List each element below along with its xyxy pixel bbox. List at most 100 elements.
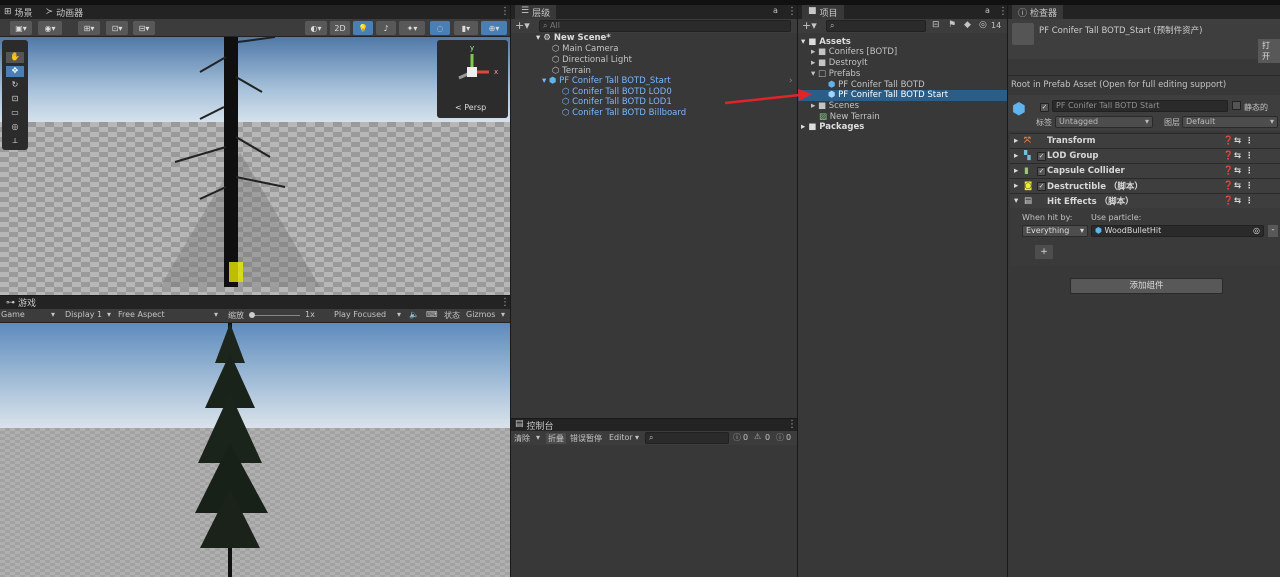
help-icon[interactable]: ❓ xyxy=(1223,166,1234,176)
component-capsule-collider[interactable]: ▸ ▮ ✓ Capsule Collider ❓ ⇆ ⋮ xyxy=(1010,163,1280,178)
game-mode-dropdown[interactable]: Game xyxy=(1,310,25,319)
preset-icon[interactable]: ⇆ xyxy=(1234,136,1245,146)
active-checkbox[interactable]: ✓ xyxy=(1040,102,1049,112)
hierarchy-menu-icon[interactable]: ⋮ xyxy=(787,6,797,17)
hierarchy-add-icon[interactable]: +▾ xyxy=(515,19,530,32)
game-viewport[interactable] xyxy=(0,323,510,577)
component-expand-icon[interactable]: ▸ xyxy=(1014,166,1024,176)
add-entry-button[interactable]: + xyxy=(1035,245,1053,259)
particle-object-field[interactable]: ⬢ WoodBulletHit ◎ xyxy=(1091,225,1264,237)
prefab-open-chevron-icon[interactable]: › xyxy=(789,76,793,86)
help-icon[interactable]: ❓ xyxy=(1223,181,1234,191)
shading-icon[interactable]: ▣▾ xyxy=(10,21,32,35)
hand-tool-icon[interactable]: ✋ xyxy=(6,52,24,63)
help-icon[interactable]: ❓ xyxy=(1223,136,1234,146)
search-by-label-icon[interactable]: ⚑ xyxy=(948,20,956,30)
component-lod-group[interactable]: ▸ ▚ ✓ LOD Group ❓ ⇆ ⋮ xyxy=(1010,148,1280,163)
component-menu-icon[interactable]: ⋮ xyxy=(1245,196,1254,206)
play-mode-dropdown[interactable]: Play Focused xyxy=(334,310,386,319)
console-collapse-button[interactable]: 折叠 xyxy=(546,433,566,444)
rotate-tool-icon[interactable]: ↻ xyxy=(6,80,24,91)
prefab-expand-icon[interactable]: ▾ xyxy=(542,76,546,86)
component-destructible[interactable]: ▸ ◙ ✓ Destructible （脚本） ❓ ⇆ ⋮ xyxy=(1010,178,1280,193)
project-folder-destroyit[interactable]: ▸ ■ DestroyIt xyxy=(811,58,868,69)
help-icon[interactable]: ❓ xyxy=(1223,151,1234,161)
transform-tool-icon[interactable]: ◎ xyxy=(6,122,24,133)
component-menu-icon[interactable]: ⋮ xyxy=(1245,181,1254,191)
draw-mode-icon[interactable]: ◐▾ xyxy=(305,21,327,35)
grid-icon[interactable]: ⊞▾ xyxy=(78,21,100,35)
game-menu-icon[interactable]: ⋮ xyxy=(500,297,510,308)
increment-icon[interactable]: ⊟▾ xyxy=(133,21,155,35)
preset-icon[interactable]: ⇆ xyxy=(1234,166,1245,176)
hierarchy-item-directional-light[interactable]: ⬡ Directional Light xyxy=(552,55,632,66)
console-warning-icon[interactable]: ⚠ xyxy=(754,432,761,441)
scene-tab[interactable]: 场景 xyxy=(15,6,33,19)
gizmos-icon[interactable]: ⊕▾ xyxy=(481,21,507,35)
scene-menu-icon[interactable]: ⋮ xyxy=(500,6,510,17)
component-menu-icon[interactable]: ⋮ xyxy=(1245,136,1254,146)
display-dropdown[interactable]: Display 1 xyxy=(65,310,102,319)
project-lock-icon[interactable]: a xyxy=(985,6,990,15)
move-tool-icon[interactable]: ✥ xyxy=(6,66,24,77)
component-menu-icon[interactable]: ⋮ xyxy=(1245,151,1254,161)
hit-by-dropdown[interactable]: Everything ▾ xyxy=(1022,225,1088,237)
inspector-tab[interactable]: 检查器 xyxy=(1030,6,1057,19)
hierarchy-item-main-camera[interactable]: ⬡ Main Camera xyxy=(552,44,618,55)
hierarchy-lock-icon[interactable]: a xyxy=(773,6,778,15)
component-enabled-checkbox[interactable]: ✓ xyxy=(1037,181,1047,191)
component-expand-icon[interactable]: ▾ xyxy=(1014,196,1024,206)
camera-icon[interactable]: ▮▾ xyxy=(454,21,478,35)
folder-expand-icon[interactable]: ▸ xyxy=(811,58,815,68)
hierarchy-scene-row[interactable]: ▾ ⚙ New Scene* xyxy=(536,33,611,44)
static-checkbox[interactable] xyxy=(1232,101,1241,113)
hierarchy-tab[interactable]: 层级 xyxy=(532,6,550,19)
component-expand-icon[interactable]: ▸ xyxy=(1014,181,1024,191)
gameobject-name-field[interactable]: PF Conifer Tall BOTD Start xyxy=(1052,100,1228,112)
project-prefab-conifer-start[interactable]: ⬢ PF Conifer Tall BOTD Start xyxy=(798,90,1007,101)
scene-viewport[interactable]: ✋ ✥ ↻ ⊡ ▭ ◎ ⟂ y x < Persp xyxy=(0,37,510,295)
aspect-dropdown[interactable]: Free Aspect xyxy=(118,310,165,319)
project-packages-row[interactable]: ▸ ■ Packages xyxy=(801,122,864,133)
lighting-icon[interactable]: 💡 xyxy=(353,21,373,35)
component-expand-icon[interactable]: ▸ xyxy=(1014,136,1024,146)
component-enabled-checkbox[interactable]: ✓ xyxy=(1037,166,1047,176)
project-tab[interactable]: 项目 xyxy=(820,6,838,19)
keyboard-icon[interactable]: ⌨ xyxy=(426,310,438,319)
scale-tool-icon[interactable]: ⊡ xyxy=(6,94,24,105)
project-search-input[interactable]: ⌕ xyxy=(826,20,926,32)
open-prefab-button[interactable]: 打开 xyxy=(1258,39,1280,63)
render-icon[interactable]: ◉▾ xyxy=(38,21,62,35)
stats-button[interactable]: 状态 xyxy=(444,310,460,321)
console-search-input[interactable]: ⌕ xyxy=(645,432,729,444)
layer-dropdown[interactable]: Default ▾ xyxy=(1182,116,1278,128)
project-folder-conifers[interactable]: ▸ ■ Conifers [BOTD] xyxy=(811,47,897,58)
hierarchy-item-billboard[interactable]: ⬡ Conifer Tall BOTD Billboard xyxy=(562,108,686,119)
scene-expand-icon[interactable]: ▾ xyxy=(536,33,540,43)
snap-icon[interactable]: ⊡▾ xyxy=(106,21,128,35)
console-info-icon[interactable]: ⓘ xyxy=(733,432,741,443)
preset-icon[interactable]: ⇆ xyxy=(1234,181,1245,191)
console-menu-icon[interactable]: ⋮ xyxy=(787,419,797,430)
hierarchy-item-prefab[interactable]: ▾ ⬢ PF Conifer Tall BOTD_Start xyxy=(542,76,671,87)
console-clear-caret[interactable]: ▾ xyxy=(536,433,540,442)
hidden-packages-icon[interactable]: ◎ xyxy=(979,20,987,30)
object-picker-icon[interactable]: ◎ xyxy=(1253,226,1260,236)
folder-expand-icon[interactable]: ▸ xyxy=(811,47,815,57)
help-icon[interactable]: ❓ xyxy=(1223,196,1234,206)
component-expand-icon[interactable]: ▸ xyxy=(1014,151,1024,161)
rect-tool-icon[interactable]: ▭ xyxy=(6,108,24,119)
console-clear-button[interactable]: 清除 xyxy=(514,433,530,444)
folder-expand-icon[interactable]: ▾ xyxy=(811,69,815,79)
component-transform[interactable]: ▸ ⤧ Transform ❓ ⇆ ⋮ xyxy=(1010,133,1280,148)
favorites-icon[interactable]: ◆ xyxy=(964,20,971,30)
remove-entry-button[interactable]: - xyxy=(1268,225,1278,237)
packages-expand-icon[interactable]: ▸ xyxy=(801,122,805,132)
scale-slider[interactable] xyxy=(250,315,300,316)
gizmos-button[interactable]: Gizmos xyxy=(466,310,495,319)
console-editor-dropdown[interactable]: Editor xyxy=(609,433,633,442)
add-component-button[interactable]: 添加组件 xyxy=(1070,278,1223,294)
hierarchy-search-input[interactable]: ⌕ All xyxy=(539,20,791,32)
hierarchy-item-lod1[interactable]: ⬡ Conifer Tall BOTD LOD1 xyxy=(562,97,672,108)
component-menu-icon[interactable]: ⋮ xyxy=(1245,166,1254,176)
